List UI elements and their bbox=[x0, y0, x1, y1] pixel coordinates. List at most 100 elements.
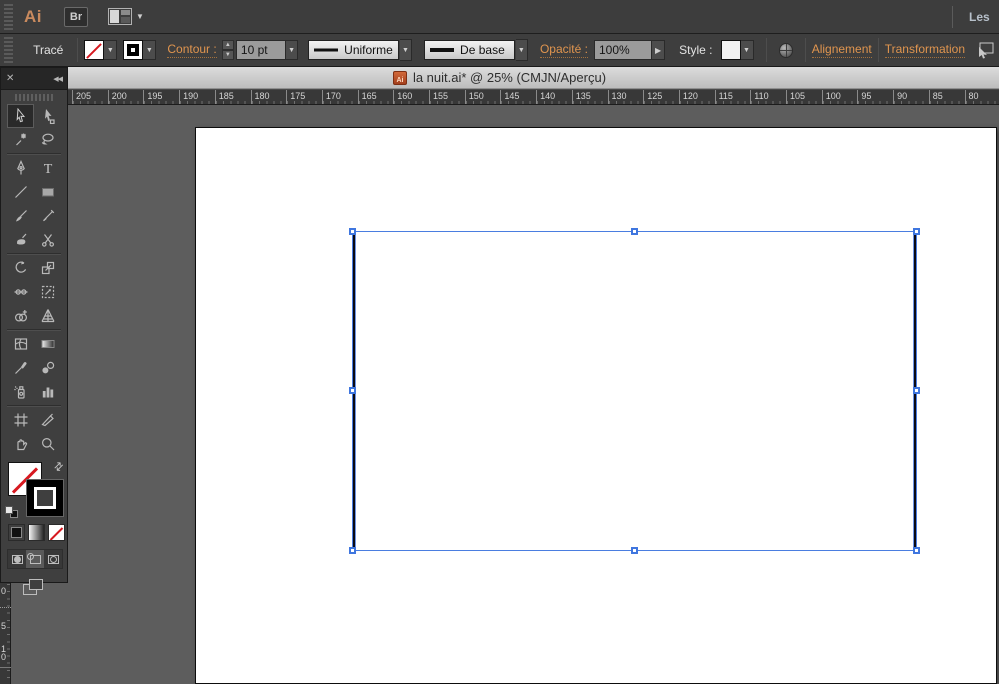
stroke-proxy-black[interactable] bbox=[26, 479, 64, 517]
chevron-down-icon[interactable]: ▼ bbox=[143, 40, 157, 60]
canvas[interactable] bbox=[0, 105, 999, 684]
selection-handle-bottom-middle[interactable] bbox=[630, 547, 638, 554]
tool-symbol-sprayer[interactable] bbox=[7, 380, 34, 404]
tool-eyedropper[interactable] bbox=[7, 356, 34, 380]
selected-rectangle[interactable] bbox=[349, 228, 920, 554]
illustrator-logo: Ai bbox=[24, 6, 42, 26]
ruler-tick-label: 200 bbox=[107, 90, 144, 104]
ruler-tick-label: 80 bbox=[964, 90, 999, 104]
color-button[interactable] bbox=[8, 524, 25, 541]
tool-scale[interactable] bbox=[34, 256, 61, 280]
horizontal-ruler[interactable]: 205 200 195 190 185 180 175 170 165 160 155 150 145 1… bbox=[68, 89, 999, 105]
tool-pen[interactable] bbox=[7, 156, 34, 180]
tool-rotate[interactable] bbox=[7, 256, 34, 280]
app-bar-grip[interactable] bbox=[2, 3, 16, 30]
close-icon[interactable]: ✕ bbox=[6, 73, 14, 84]
tool-lasso[interactable] bbox=[34, 128, 61, 152]
ruler-tick-label: 140 bbox=[536, 90, 573, 104]
document-setup-globe-icon[interactable] bbox=[778, 42, 793, 58]
ruler-tick-label: 180 bbox=[250, 90, 287, 104]
ai-file-icon: Ai bbox=[392, 70, 407, 85]
selection-handle-middle-left[interactable] bbox=[349, 387, 356, 394]
stroke-weight-dropdown[interactable]: ▼ bbox=[285, 40, 299, 60]
tool-free-transform[interactable] bbox=[34, 280, 61, 304]
selection-handle-bottom-right[interactable] bbox=[913, 547, 920, 554]
tool-paintbrush[interactable] bbox=[7, 204, 34, 228]
ruler-tick-label: 130 bbox=[607, 90, 644, 104]
tool-shape-builder[interactable] bbox=[7, 304, 34, 328]
divider bbox=[765, 38, 767, 62]
tool-blend[interactable] bbox=[34, 356, 61, 380]
tool-zoom[interactable] bbox=[34, 432, 61, 456]
fill-color-button[interactable]: ▼ bbox=[84, 40, 118, 60]
document-tab[interactable]: Ai la nuit.ai* @ 25% (CMJN/Aperçu) bbox=[0, 67, 999, 89]
swap-fill-stroke-icon[interactable]: ⇄ bbox=[51, 459, 66, 474]
brush-definition-combo[interactable]: De base bbox=[424, 40, 515, 60]
draw-inside-button[interactable] bbox=[44, 550, 62, 568]
tool-slice[interactable] bbox=[34, 408, 61, 432]
stroke-weight-stepper[interactable]: ▲ ▼ bbox=[221, 40, 234, 60]
stroke-color-button[interactable]: ▼ bbox=[123, 40, 157, 60]
isolate-selection-icon[interactable] bbox=[975, 41, 995, 59]
lasso-icon bbox=[41, 133, 54, 145]
rectangle-icon bbox=[41, 188, 54, 197]
perspective-grid-icon bbox=[40, 309, 55, 323]
tool-gradient[interactable] bbox=[34, 332, 61, 356]
ruler-tick-label: 145 bbox=[500, 90, 537, 104]
tool-width[interactable] bbox=[7, 280, 34, 304]
opacity-panel-link[interactable]: Opacité : bbox=[539, 42, 588, 58]
ruler-tick-label: 5 bbox=[1, 621, 7, 631]
brush-definition-dropdown[interactable]: ▼ bbox=[515, 39, 528, 61]
transform-panel-link[interactable]: Transformation bbox=[884, 42, 965, 58]
tool-mesh[interactable] bbox=[7, 332, 34, 356]
tool-line-segment[interactable] bbox=[7, 180, 34, 204]
tool-scissors[interactable] bbox=[34, 228, 61, 252]
gradient-icon bbox=[41, 340, 54, 348]
width-profile-combo[interactable]: Uniforme bbox=[308, 40, 399, 60]
pen-icon bbox=[16, 160, 25, 175]
tool-magic-wand[interactable] bbox=[7, 128, 34, 152]
stroke-weight-input[interactable] bbox=[235, 40, 286, 60]
none-button[interactable] bbox=[48, 524, 65, 541]
workspace-menu-label[interactable]: Les bbox=[969, 10, 999, 24]
ruler-guide-solid bbox=[0, 667, 11, 668]
tools-panel-header[interactable]: ✕ ◀◀ bbox=[1, 68, 67, 90]
opacity-input[interactable] bbox=[593, 40, 652, 60]
selection-handle-top-middle[interactable] bbox=[630, 228, 638, 235]
change-screen-mode-button[interactable] bbox=[23, 579, 45, 597]
default-fill-stroke-icon[interactable] bbox=[5, 506, 18, 518]
opacity-slider-button[interactable]: ▶ bbox=[651, 40, 666, 60]
magic-wand-icon bbox=[15, 133, 26, 146]
tool-rectangle[interactable] bbox=[34, 180, 61, 204]
bridge-button[interactable]: Br bbox=[64, 6, 88, 27]
draw-normal-button[interactable] bbox=[8, 550, 26, 568]
selection-handle-top-left[interactable] bbox=[349, 228, 356, 235]
chevron-down-icon[interactable]: ▼ bbox=[104, 40, 118, 60]
tool-type[interactable]: T bbox=[34, 156, 61, 180]
selection-handle-top-right[interactable] bbox=[913, 228, 920, 235]
chevron-down-icon[interactable]: ▼ bbox=[740, 40, 754, 60]
tool-direct-selection[interactable] bbox=[34, 104, 61, 128]
tool-column-graph[interactable] bbox=[34, 380, 61, 404]
width-profile-dropdown[interactable]: ▼ bbox=[399, 39, 413, 61]
tool-blob-brush[interactable] bbox=[7, 228, 34, 252]
zoom-icon bbox=[41, 438, 54, 451]
gradient-button[interactable] bbox=[28, 524, 45, 541]
tools-panel-grip[interactable] bbox=[15, 92, 53, 104]
control-bar-grip[interactable] bbox=[2, 37, 16, 63]
tool-selection[interactable] bbox=[7, 104, 34, 128]
align-panel-link[interactable]: Alignement bbox=[811, 42, 872, 58]
tool-perspective-grid[interactable] bbox=[34, 304, 61, 328]
tool-artboard[interactable] bbox=[7, 408, 34, 432]
draw-behind-button[interactable] bbox=[26, 550, 44, 568]
selection-handle-bottom-left[interactable] bbox=[349, 547, 356, 554]
uniform-profile-icon bbox=[314, 48, 339, 52]
selection-handle-middle-right[interactable] bbox=[913, 387, 920, 394]
graphic-style-button[interactable]: ▼ bbox=[720, 40, 754, 60]
tool-pencil[interactable] bbox=[34, 204, 61, 228]
document-title: la nuit.ai* @ 25% (CMJN/Aperçu) bbox=[412, 70, 607, 85]
tool-hand[interactable] bbox=[7, 432, 34, 456]
stroke-panel-link[interactable]: Contour : bbox=[167, 42, 217, 58]
collapse-panel-icon[interactable]: ◀◀ bbox=[53, 75, 63, 83]
workspace-switcher-button[interactable]: ▼ bbox=[108, 8, 144, 25]
